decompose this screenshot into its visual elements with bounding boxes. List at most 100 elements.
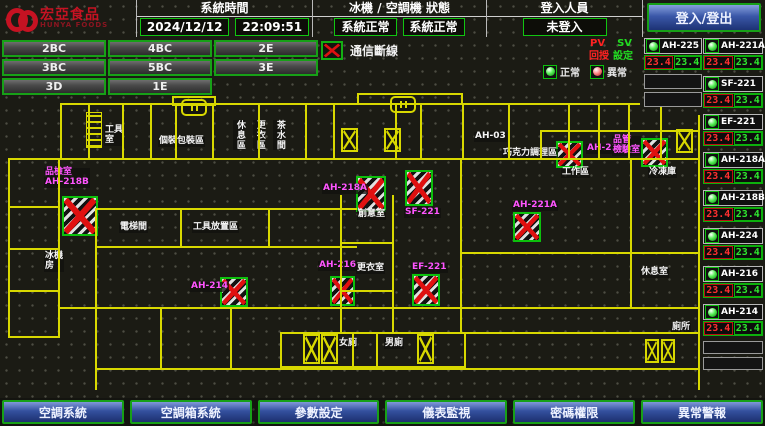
ahu-name-row[interactable]: AH-218A — [703, 152, 763, 168]
equipment-label: AH-216 — [318, 261, 357, 271]
wall-segment — [150, 105, 152, 158]
wall-segment — [230, 307, 232, 368]
room-label: 工作區 — [561, 168, 590, 178]
ahu-name-row[interactable]: SF-221 — [703, 76, 763, 92]
ahu-values-row: 23.4 23.4 — [703, 207, 763, 222]
nav-button[interactable]: 儀表監視 — [385, 400, 507, 424]
ahu-pv-value: 23.4 — [704, 246, 733, 259]
wall-segment — [333, 105, 335, 158]
nav-button[interactable]: 異常警報 — [641, 400, 763, 424]
ahu-status-led — [705, 229, 719, 243]
stair-elevator-x-icon — [384, 128, 401, 152]
ahu-values-row: 23.4 23.4 — [644, 55, 702, 70]
ahu-name: AH-225 — [662, 41, 699, 51]
wall-segment — [8, 158, 698, 160]
ahu-values-row: 23.4 23.4 — [703, 93, 763, 108]
room-label: 更衣室 — [356, 264, 385, 274]
ahu-name: AH-221A — [721, 41, 765, 51]
stair-elevator-x-icon — [341, 128, 358, 152]
ahu-map-unit-comm-fail[interactable] — [641, 138, 668, 167]
nav-button[interactable]: 空調箱系統 — [130, 400, 252, 424]
empty-status-slot — [703, 357, 763, 370]
ahu-name-row[interactable]: AH-218B — [703, 190, 763, 206]
ahu-pv-value: 23.4 — [704, 94, 733, 107]
room-label: 電梯間 — [119, 223, 148, 233]
room-label: 冷凍庫 — [648, 168, 677, 178]
wall-segment — [258, 105, 260, 158]
wall-segment — [305, 105, 307, 158]
ahu-pv-value: 23.4 — [704, 208, 733, 221]
ahu-status-unit: AH-221A 23.4 23.4 — [703, 38, 763, 70]
ahu-name: AH-218B — [721, 193, 765, 203]
ahu-values-row: 23.4 23.4 — [703, 169, 763, 184]
stair-elevator-x-icon — [645, 339, 659, 363]
ahu-name: AH-214 — [721, 307, 758, 317]
ahu-sv-value: 23.4 — [734, 132, 763, 145]
ahu-values-row: 23.4 23.4 — [703, 245, 763, 260]
room-label: 創意室 — [357, 210, 386, 220]
ahu-status-led — [705, 39, 719, 53]
nav-button[interactable]: 參數設定 — [258, 400, 380, 424]
ahu-pv-value: 23.4 — [704, 170, 733, 183]
wall-segment — [340, 195, 342, 332]
wall-segment — [460, 158, 462, 332]
room-label: 茶水間 — [273, 120, 285, 150]
ahu-values-row: 23.4 23.4 — [703, 283, 763, 298]
ahu-name-row[interactable]: AH-224 — [703, 228, 763, 244]
ahu-name: SF-221 — [721, 79, 756, 89]
wall-segment — [357, 93, 463, 105]
ahu-sv-value: 23.4 — [734, 284, 763, 297]
stair-elevator-x-icon — [676, 129, 693, 153]
wall-segment — [60, 103, 62, 160]
ahu-map-unit-comm-fail[interactable] — [356, 176, 386, 212]
wall-segment — [395, 105, 397, 158]
ahu-name-row[interactable]: AH-216 — [703, 266, 763, 282]
nav-button[interactable]: 空調系統 — [2, 400, 124, 424]
ahu-status-led — [705, 115, 719, 129]
room-label: 休息區 — [233, 120, 245, 150]
wall-segment — [160, 307, 162, 368]
room-label: 工具 室 — [104, 126, 124, 146]
nav-button[interactable]: 密碼權限 — [513, 400, 635, 424]
ahu-name-row[interactable]: AH-221A — [703, 38, 763, 54]
wall-segment — [698, 115, 700, 390]
wall-segment — [598, 105, 600, 158]
wall-segment — [180, 208, 182, 246]
ahu-pv-value: 23.4 — [704, 56, 733, 69]
wall-segment — [60, 307, 698, 309]
wall-segment — [340, 242, 394, 244]
wall-segment — [8, 336, 58, 338]
ahu-name-row[interactable]: AH-225 — [644, 38, 702, 54]
ahu-name: AH-218A — [721, 155, 765, 165]
ahu-status-unit: AH-218A 23.4 23.4 — [703, 152, 763, 184]
wall-segment — [8, 206, 58, 208]
ahu-name: AH-216 — [721, 269, 758, 279]
wall-segment — [628, 105, 630, 158]
wall-segment — [122, 105, 124, 158]
ahu-map-unit-comm-fail[interactable] — [62, 196, 98, 236]
ahu-name-row[interactable]: AH-214 — [703, 304, 763, 320]
ahu-sv-value: 23.4 — [734, 94, 763, 107]
ahu-status-led — [705, 153, 719, 167]
equipment-label: AH-221A — [512, 201, 558, 211]
ahu-name-row[interactable]: EF-221 — [703, 114, 763, 130]
room-label: 工具放置區 — [192, 223, 239, 233]
wall-segment — [268, 208, 270, 246]
ahu-status-unit: AH-218B 23.4 23.4 — [703, 190, 763, 222]
ahu-status-unit: EF-221 23.4 23.4 — [703, 114, 763, 146]
ahu-status-led — [705, 191, 719, 205]
ahu-map-unit-comm-fail[interactable] — [405, 170, 433, 206]
ahu-values-row: 23.4 23.4 — [703, 55, 763, 70]
ahu-status-unit: AH-214 23.4 23.4 — [703, 304, 763, 336]
ahu-status-unit: AH-225 23.4 23.4 — [644, 38, 702, 70]
ahu-pv-value: 23.4 — [645, 56, 673, 69]
wall-segment — [8, 158, 10, 338]
ahu-sv-value: 23.4 — [734, 322, 763, 335]
wall-segment — [660, 105, 662, 158]
equipment-label: 品管 檢驗室 — [612, 136, 641, 156]
ahu-map-unit-comm-fail[interactable] — [412, 274, 440, 306]
ahu-map-unit-comm-fail[interactable] — [513, 212, 541, 242]
equipment-label: 品檢室 AH-218B — [44, 168, 90, 188]
wall-segment — [95, 246, 357, 248]
wall-segment — [95, 368, 698, 370]
